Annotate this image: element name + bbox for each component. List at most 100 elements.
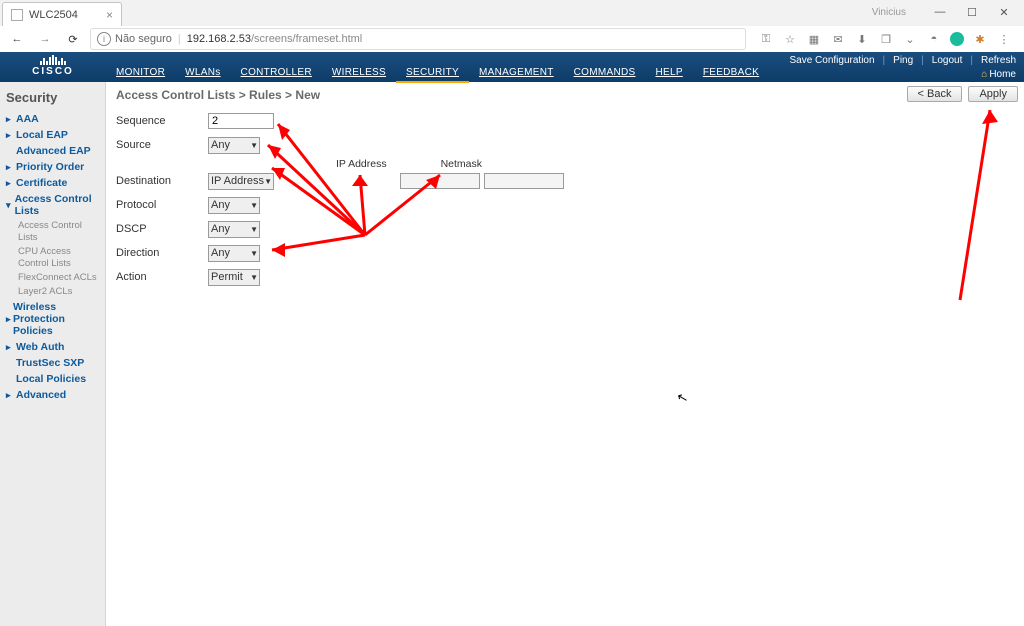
ip-column-headers: IP Address Netmask [336, 158, 1014, 170]
tab-bar: WLC2504 × [0, 0, 1024, 26]
page-favicon-icon [11, 9, 23, 21]
protocol-select[interactable]: Any▼ [208, 197, 260, 214]
nav-commands[interactable]: COMMANDS [564, 64, 646, 83]
window-close-button[interactable]: ✕ [988, 2, 1020, 22]
header-right-links: Save Configuration| Ping| Logout| Refres… [789, 55, 1016, 66]
logout-link[interactable]: Logout [932, 55, 963, 66]
download-icon[interactable]: ⬇ [854, 31, 870, 47]
source-select[interactable]: Any▼ [208, 137, 260, 154]
sidebar-title: Security [4, 88, 101, 111]
apply-button[interactable]: Apply [968, 86, 1018, 102]
label-action: Action [116, 271, 208, 283]
ping-link[interactable]: Ping [893, 55, 913, 66]
info-icon[interactable]: i [97, 32, 111, 46]
dropdown-icon: ▼ [250, 249, 258, 258]
sidebar-item-trustsec[interactable]: ▸TrustSec SXP [4, 355, 101, 371]
nav-feedback[interactable]: FEEDBACK [693, 64, 769, 83]
tab-title: WLC2504 [29, 9, 78, 21]
nav-wireless[interactable]: WIRELESS [322, 64, 396, 83]
sidebar-item-aaa[interactable]: ▸AAA [4, 111, 101, 127]
dropdown-icon: ▼ [250, 225, 258, 234]
caret-right-icon: ▸ [6, 129, 14, 141]
sidebar-sub-acl-list[interactable]: Access Control Lists [18, 219, 101, 245]
sidebar-sub-acl: Access Control Lists CPU Access Control … [4, 219, 101, 299]
home-link[interactable]: ⌂Home [981, 69, 1016, 80]
nav-monitor[interactable]: MONITOR [106, 64, 175, 83]
caret-right-icon: ▸ [6, 161, 14, 173]
label-dscp: DSCP [116, 223, 208, 235]
dscp-select[interactable]: Any▼ [208, 221, 260, 238]
label-ip-address: IP Address [336, 158, 387, 170]
shield-icon[interactable]: ◓ [926, 31, 942, 47]
dropdown-icon: ▼ [250, 273, 258, 282]
sidebar-item-local-policies[interactable]: ▸Local Policies [4, 371, 101, 387]
header-buttons: < Back Apply [907, 86, 1018, 102]
sidebar-item-certificate[interactable]: ▸Certificate [4, 175, 101, 191]
star-icon[interactable]: ☆ [782, 31, 798, 47]
pocket-icon[interactable]: ⌄ [902, 31, 918, 47]
sidebar-sub-flexconnect-acl[interactable]: FlexConnect ACLs [18, 271, 101, 285]
dropdown-icon: ▼ [250, 141, 258, 150]
browser-chrome: Vinicius — ☐ ✕ WLC2504 × ← → ⟳ i Não seg… [0, 0, 1024, 52]
sidebar-item-local-eap[interactable]: ▸Local EAP [4, 127, 101, 143]
label-netmask: Netmask [441, 158, 482, 170]
caret-right-icon: ▸ [6, 389, 14, 401]
brand-text: CISCO [32, 66, 74, 77]
window-controls: Vinicius — ☐ ✕ [872, 2, 1020, 22]
forward-button[interactable]: → [34, 28, 56, 50]
nav-help[interactable]: HELP [645, 64, 692, 83]
label-protocol: Protocol [116, 199, 208, 211]
sidebar-item-advanced-eap[interactable]: ▸Advanced EAP [4, 143, 101, 159]
direction-select[interactable]: Any▼ [208, 245, 260, 262]
url-host: 192.168.2.53 [187, 33, 251, 45]
url-input[interactable]: i Não seguro | 192.168.2.53 /screens/fra… [90, 28, 746, 50]
destination-select[interactable]: IP Address▼ [208, 173, 274, 190]
sequence-input[interactable] [208, 113, 274, 129]
sidebar-item-web-auth[interactable]: ▸Web Auth [4, 339, 101, 355]
caret-right-icon: ▸ [6, 113, 14, 125]
sidebar-item-wpp[interactable]: ▸Wireless Protection Policies [4, 299, 101, 339]
extension-icon-1[interactable]: ▦ [806, 31, 822, 47]
insecure-label: Não seguro [115, 33, 172, 45]
label-sequence: Sequence [116, 115, 208, 127]
nav-wlans[interactable]: WLANs [175, 64, 230, 83]
caret-right-icon: ▸ [6, 341, 14, 353]
action-select[interactable]: Permit▼ [208, 269, 260, 286]
window-maximize-button[interactable]: ☐ [956, 2, 988, 22]
mail-icon[interactable]: ✉ [830, 31, 846, 47]
dropdown-icon: ▼ [250, 201, 258, 210]
refresh-link[interactable]: Refresh [981, 55, 1016, 66]
os-user-label: Vinicius [872, 7, 906, 18]
sidebar-item-acl[interactable]: ▾Access Control Lists [4, 191, 101, 219]
key-icon[interactable]: ⚿ [758, 31, 774, 47]
cisco-logo: CISCO [0, 52, 106, 82]
label-destination: Destination [116, 175, 208, 187]
sidebar-item-advanced[interactable]: ▸Advanced [4, 387, 101, 403]
nav-controller[interactable]: CONTROLLER [231, 64, 322, 83]
nav-management[interactable]: MANAGEMENT [469, 64, 564, 83]
sidebar-sub-cpu-acl[interactable]: CPU Access Control Lists [18, 245, 101, 271]
main-panel: < Back Apply Access Control Lists > Rule… [106, 82, 1024, 626]
avatar-icon[interactable] [950, 32, 964, 46]
url-path: /screens/frameset.html [251, 33, 362, 45]
sidebar-item-priority-order[interactable]: ▸Priority Order [4, 159, 101, 175]
destination-netmask-input[interactable] [484, 173, 564, 189]
tag-icon[interactable]: ❐ [878, 31, 894, 47]
nav-security[interactable]: SECURITY [396, 64, 469, 83]
caret-right-icon: ▸ [6, 177, 14, 189]
browser-tab[interactable]: WLC2504 × [2, 2, 122, 26]
back-button[interactable]: ← [6, 28, 28, 50]
sidebar-sub-layer2-acl[interactable]: Layer2 ACLs [18, 285, 101, 299]
save-config-link[interactable]: Save Configuration [789, 55, 874, 66]
label-source: Source [116, 139, 208, 151]
content-area: Security ▸AAA ▸Local EAP ▸Advanced EAP ▸… [0, 82, 1024, 626]
destination-ip-input[interactable] [400, 173, 480, 189]
menu-icon[interactable]: ⋮ [996, 31, 1012, 47]
breadcrumb: Access Control Lists > Rules > New [116, 88, 1014, 102]
back-button[interactable]: < Back [907, 86, 963, 102]
reload-button[interactable]: ⟳ [62, 28, 84, 50]
window-minimize-button[interactable]: — [924, 2, 956, 22]
separator: | [178, 33, 181, 45]
extension-icon-2[interactable]: ✱ [972, 31, 988, 47]
tab-close-icon[interactable]: × [106, 8, 113, 22]
